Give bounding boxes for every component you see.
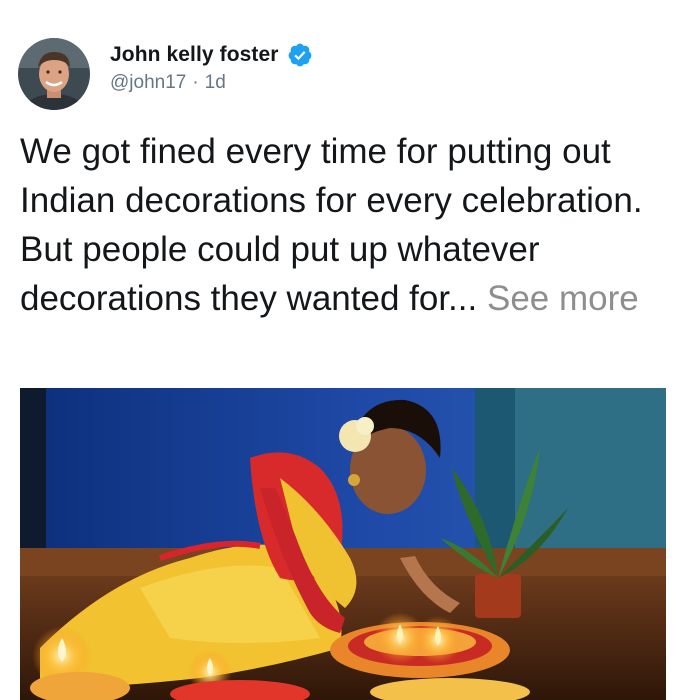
meta-separator: · xyxy=(192,72,199,93)
see-more-link[interactable]: See more xyxy=(487,279,639,318)
post-meta: @john17 · 1d xyxy=(110,72,313,94)
avatar[interactable] xyxy=(18,38,90,110)
post-image[interactable] xyxy=(20,388,666,700)
name-row: John kelly foster xyxy=(110,40,313,70)
post-text: We got fined every time for putting out … xyxy=(20,127,690,323)
author-handle[interactable]: @john17 xyxy=(110,72,186,94)
social-post: John kelly foster @john17 · 1d We got fi… xyxy=(0,0,700,700)
verified-badge-icon xyxy=(287,42,313,68)
post-timestamp[interactable]: 1d xyxy=(205,72,226,94)
author-name[interactable]: John kelly foster xyxy=(110,43,279,67)
post-header: John kelly foster @john17 · 1d xyxy=(18,38,313,110)
author-info: John kelly foster @john17 · 1d xyxy=(110,40,313,94)
